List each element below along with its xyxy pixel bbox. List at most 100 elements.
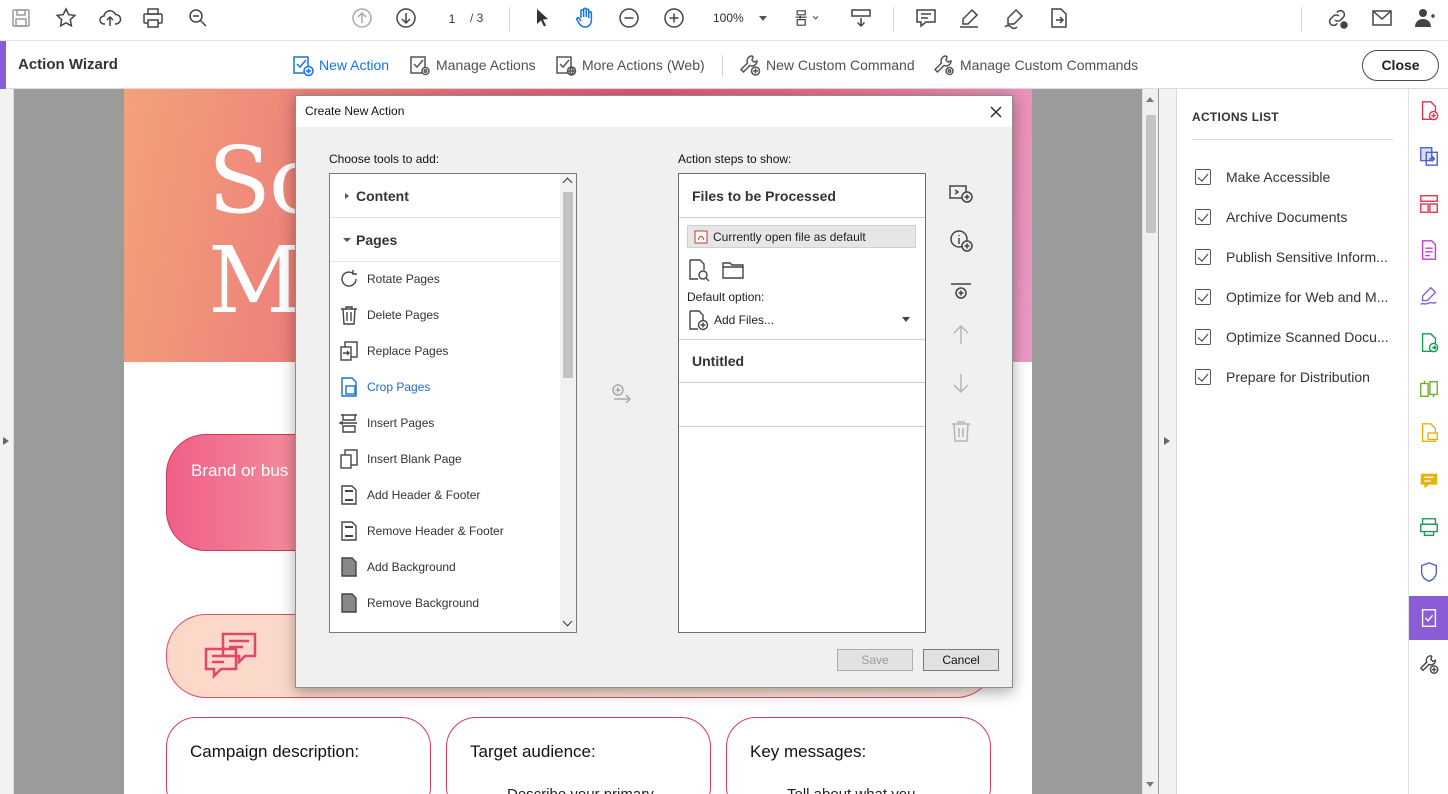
close-wizard-button[interactable]: Close <box>1362 50 1439 81</box>
upload-cloud-icon[interactable] <box>98 5 122 31</box>
close-icon[interactable] <box>986 102 1006 122</box>
action-steps-list: Files to be Processed Currently open fil… <box>678 173 926 633</box>
document-scrollbar[interactable] <box>1142 89 1158 794</box>
scroll-up-arrow-icon[interactable] <box>562 177 573 188</box>
tool-remove-background[interactable]: Remove Background <box>338 591 479 615</box>
main-toolbar: 1 / 3 100% <box>0 0 1448 41</box>
right-panel-toggle[interactable] <box>1159 89 1177 794</box>
add-files-dropdown[interactable]: Add Files... <box>687 308 916 332</box>
manage-actions-button[interactable]: Manage Actions <box>408 53 536 77</box>
files-to-process-header[interactable]: Files to be Processed <box>679 174 925 218</box>
cancel-button[interactable]: Cancel <box>923 649 999 671</box>
scroll-down-arrow-icon[interactable] <box>562 616 573 627</box>
card-subtext: Tell about what you <box>787 786 915 794</box>
tools-list-scrollbar[interactable] <box>560 174 576 632</box>
rail-fill-sign[interactable] <box>1409 276 1448 316</box>
page-up-icon[interactable] <box>350 5 374 31</box>
edit-pdf-icon <box>1421 240 1437 260</box>
share-export-icon[interactable] <box>1046 5 1070 31</box>
add-files-label: Add Files... <box>714 313 775 327</box>
tool-label: Crop Pages <box>367 380 431 394</box>
page-number-input[interactable]: 1 <box>438 7 466 29</box>
rail-export-pdf[interactable] <box>1409 323 1448 363</box>
toolbar-divider <box>509 7 510 31</box>
new-custom-command-button[interactable]: New Custom Command <box>738 53 915 77</box>
group-pages[interactable]: Pages <box>330 218 560 262</box>
page-fit-icon[interactable] <box>794 5 818 31</box>
tool-remove-header-footer[interactable]: Remove Header & Footer <box>338 519 504 543</box>
highlight-pen-icon[interactable] <box>957 5 981 31</box>
add-prompt-step-icon[interactable] <box>948 228 974 254</box>
rail-combine-files[interactable] <box>1409 136 1448 176</box>
save-button[interactable]: Save <box>837 649 913 671</box>
untitled-step-header[interactable]: Untitled <box>679 339 925 383</box>
scrollbar-thumb[interactable] <box>563 192 573 378</box>
hand-tool-icon[interactable] <box>573 5 597 31</box>
page-total-label: / 3 <box>470 11 484 25</box>
tool-insert-blank-page[interactable]: Insert Blank Page <box>338 447 462 471</box>
dialog-title: Create New Action <box>305 104 405 118</box>
header-footer-icon <box>341 521 357 541</box>
action-item-prepare-distribution[interactable]: Prepare for Distribution <box>1195 366 1370 388</box>
add-to-steps-arrow-icon[interactable] <box>611 384 635 406</box>
action-item-publish-sensitive[interactable]: Publish Sensitive Inform... <box>1195 246 1388 268</box>
rail-comment[interactable] <box>1409 413 1448 453</box>
action-item-optimize-web[interactable]: Optimize for Web and M... <box>1195 286 1388 308</box>
action-item-optimize-scanned[interactable]: Optimize Scanned Docu... <box>1195 326 1389 348</box>
delete-step-trash-icon[interactable] <box>948 418 974 444</box>
scrollbar-thumb[interactable] <box>1146 115 1156 233</box>
scroll-up-arrow-icon[interactable] <box>1146 93 1154 102</box>
page-down-icon[interactable] <box>394 5 418 31</box>
save-icon[interactable] <box>9 5 33 31</box>
email-icon[interactable] <box>1370 5 1394 31</box>
tool-rotate-pages[interactable]: Rotate Pages <box>338 267 440 291</box>
zoom-in-icon[interactable] <box>662 5 686 31</box>
tool-replace-pages[interactable]: Replace Pages <box>338 339 448 363</box>
folder-icon[interactable] <box>721 258 745 282</box>
sign-pen-icon[interactable] <box>1002 5 1026 31</box>
insert-pages-icon <box>338 414 357 433</box>
link-share-icon[interactable] <box>1325 5 1349 31</box>
zoom-out-icon[interactable] <box>617 5 641 31</box>
rail-action-wizard[interactable] <box>1409 596 1448 640</box>
print-icon[interactable] <box>141 5 165 31</box>
zoom-search-icon[interactable] <box>186 5 210 31</box>
tool-crop-pages[interactable]: Crop Pages <box>338 375 430 399</box>
action-item-make-accessible[interactable]: Make Accessible <box>1195 166 1330 188</box>
rail-protect[interactable] <box>1409 552 1448 592</box>
add-open-files-icon[interactable] <box>687 258 711 282</box>
bookmark-star-icon[interactable] <box>54 5 78 31</box>
current-file-option[interactable]: Currently open file as default <box>687 225 916 248</box>
tool-label: Add Background <box>367 560 456 574</box>
add-instruction-step-icon[interactable] <box>948 180 974 206</box>
more-actions-web-button[interactable]: More Actions (Web) <box>554 53 705 77</box>
insert-blank-page-icon <box>340 449 358 469</box>
rail-create-pdf[interactable] <box>1409 91 1448 131</box>
tool-add-background[interactable]: Add Background <box>338 555 456 579</box>
rail-organize-pages[interactable] <box>1409 184 1448 224</box>
tool-insert-pages[interactable]: Insert Pages <box>338 411 434 435</box>
manage-custom-commands-button[interactable]: Manage Custom Commands <box>932 53 1138 77</box>
tool-delete-pages[interactable]: Delete Pages <box>338 303 439 327</box>
move-up-arrow-icon[interactable] <box>948 322 974 348</box>
new-action-button[interactable]: New Action <box>291 53 389 77</box>
rail-edit-pdf[interactable] <box>1409 230 1448 270</box>
new-custom-command-label: New Custom Command <box>766 57 915 73</box>
action-check-icon <box>1195 169 1211 185</box>
move-down-arrow-icon[interactable] <box>948 370 974 396</box>
rail-sticky-note[interactable] <box>1409 461 1448 501</box>
comment-icon[interactable] <box>914 5 938 31</box>
add-panel-separator-icon[interactable] <box>948 279 974 305</box>
scroll-down-arrow-icon[interactable] <box>1146 782 1154 791</box>
action-item-archive-documents[interactable]: Archive Documents <box>1195 206 1347 228</box>
left-panel-toggle[interactable] <box>0 89 14 794</box>
select-cursor-icon[interactable] <box>530 5 554 31</box>
rail-compare-files[interactable] <box>1409 369 1448 409</box>
add-user-icon[interactable] <box>1413 5 1437 31</box>
scrolling-mode-icon[interactable] <box>849 5 873 31</box>
zoom-level-select[interactable]: 100% <box>705 7 773 29</box>
rail-scan-ocr[interactable] <box>1409 507 1448 547</box>
tool-add-header-footer[interactable]: Add Header & Footer <box>338 483 480 507</box>
rail-more-tools[interactable] <box>1409 644 1448 684</box>
group-content[interactable]: Content <box>330 174 560 218</box>
